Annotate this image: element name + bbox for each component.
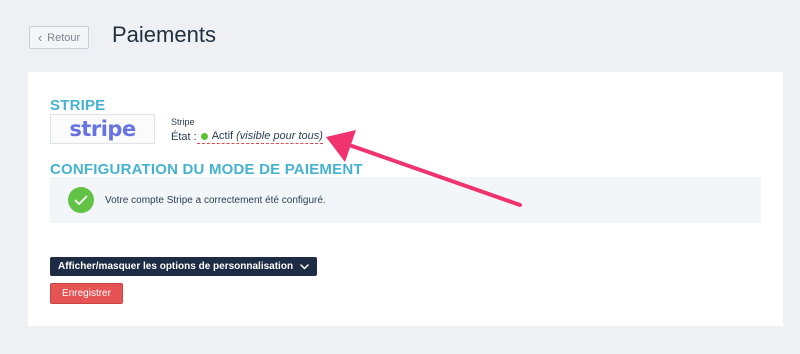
state-row: État : Actif (visible pour tous) — [171, 130, 323, 144]
success-message: Votre compte Stripe a correctement été c… — [105, 194, 326, 206]
check-circle-icon — [68, 187, 94, 213]
toggle-options-label: Afficher/masquer les options de personna… — [58, 261, 294, 272]
page-title: Paiements — [112, 22, 216, 47]
stripe-logo: stripe — [50, 114, 155, 144]
save-button[interactable]: Enregistrer — [50, 283, 123, 304]
chevron-down-icon — [300, 263, 309, 269]
stripe-logo-text: stripe — [69, 117, 136, 141]
state-value-link[interactable]: Actif (visible pour tous) — [196, 130, 323, 144]
state-detail: (visible pour tous) — [236, 130, 323, 142]
provider-name: Stripe — [171, 117, 195, 127]
stripe-section-title: STRIPE — [50, 97, 106, 114]
toggle-options-button[interactable]: Afficher/masquer les options de personna… — [50, 257, 318, 276]
state-label: État : — [171, 131, 197, 143]
back-button-label: Retour — [47, 31, 81, 44]
status-dot-icon — [200, 132, 208, 140]
success-alert: Votre compte Stripe a correctement été c… — [50, 177, 761, 223]
chevron-left-icon: ‹ — [37, 30, 43, 45]
state-value: Actif — [211, 130, 234, 142]
config-section-title: CONFIGURATION DU MODE DE PAIEMENT — [50, 161, 363, 178]
back-button[interactable]: ‹ Retour — [29, 26, 89, 49]
payment-settings-card: STRIPE stripe Stripe État : Actif (visib… — [28, 72, 783, 326]
